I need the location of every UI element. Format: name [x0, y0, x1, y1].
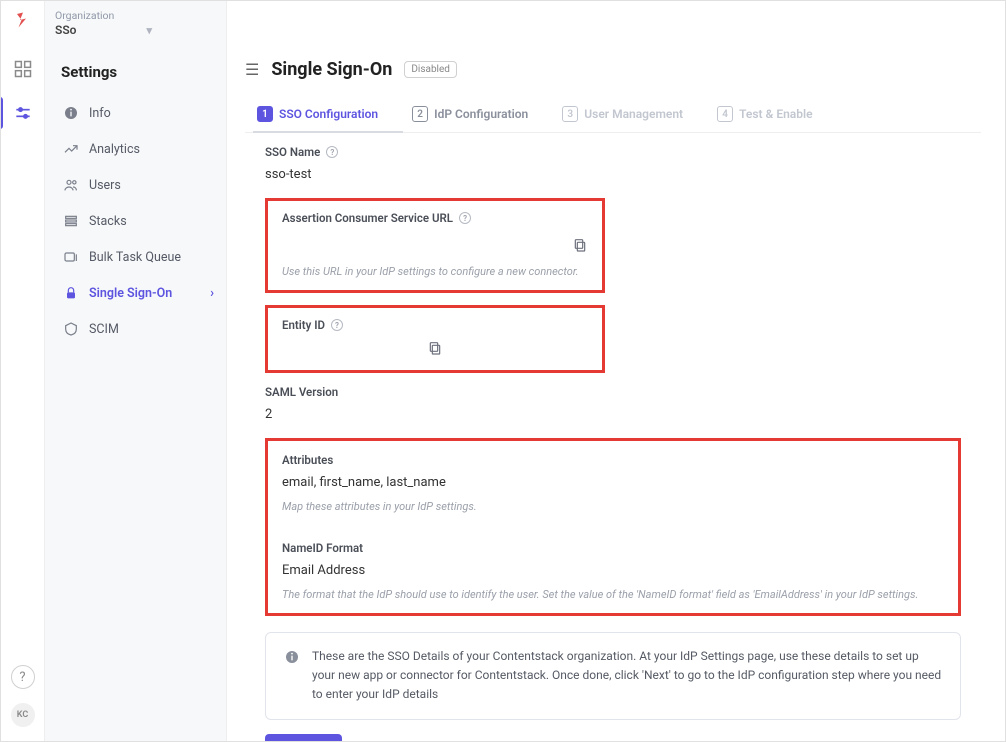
copy-icon[interactable] — [427, 340, 443, 356]
field-label-text: SSO Name — [265, 145, 320, 159]
copy-icon[interactable] — [572, 237, 588, 253]
chevron-right-icon: › — [210, 286, 214, 301]
scim-icon — [63, 321, 79, 337]
field-label-text: Entity ID — [282, 318, 325, 332]
field-hint: Use this URL in your IdP settings to con… — [282, 265, 588, 278]
help-tooltip-icon[interactable]: ? — [326, 146, 338, 158]
stacks-icon — [63, 213, 79, 229]
tab-label: User Management — [584, 107, 683, 121]
sidebar-item-bulk-task-queue[interactable]: Bulk Task Queue — [45, 239, 226, 275]
field-label-text: Attributes — [282, 453, 333, 467]
tab-idp-configuration[interactable]: 2 IdP Configuration — [412, 98, 528, 132]
tab-label: IdP Configuration — [434, 107, 528, 121]
apps-icon[interactable] — [13, 59, 33, 79]
sidebar-item-analytics[interactable]: Analytics — [45, 131, 226, 167]
org-selector[interactable]: Organization SSo ▾ — [47, 5, 217, 43]
sidebar-item-label: Analytics — [89, 142, 140, 157]
field-value: Email Address — [282, 563, 944, 578]
sidebar-item-label: Info — [89, 106, 111, 121]
field-label-text: Assertion Consumer Service URL — [282, 211, 453, 225]
status-badge: Disabled — [404, 61, 457, 78]
sidebar-title: Settings — [45, 63, 226, 95]
org-label: Organization — [55, 9, 209, 22]
org-name: SSo — [55, 23, 76, 37]
field-hint: The format that the IdP should use to id… — [282, 588, 944, 601]
sidebar-item-label: Single Sign-On — [89, 286, 172, 301]
queue-icon — [63, 249, 79, 265]
sidebar-item-label: SCIM — [89, 322, 119, 337]
sidebar-item-single-sign-on[interactable]: Single Sign-On › — [45, 275, 226, 311]
sidebar-item-label: Bulk Task Queue — [89, 250, 181, 265]
left-rail: ? KC — [1, 1, 45, 741]
highlight-attributes-nameid: Attributes email, first_name, last_name … — [265, 438, 961, 616]
sidebar-item-label: Users — [89, 178, 121, 193]
tab-user-management: 3 User Management — [562, 98, 683, 132]
field-saml-version: SAML Version 2 — [265, 385, 961, 422]
info-text: These are the SSO Details of your Conten… — [312, 647, 942, 705]
tab-label: Test & Enable — [739, 107, 812, 121]
app-frame: Organization SSo ▾ ? KC Settings Info An — [0, 0, 1006, 742]
tab-test-enable: 4 Test & Enable — [717, 98, 812, 132]
wizard-tabs: 1 SSO Configuration 2 IdP Configuration … — [245, 98, 981, 133]
info-box: These are the SSO Details of your Conten… — [265, 632, 961, 720]
field-value: 2 — [265, 407, 961, 422]
info-icon — [63, 105, 79, 121]
page-title: Single Sign-On — [271, 59, 392, 80]
brand-logo-icon[interactable] — [14, 11, 32, 29]
lock-icon — [63, 285, 79, 301]
tab-label: SSO Configuration — [279, 107, 378, 121]
sidebar-item-info[interactable]: Info — [45, 95, 226, 131]
menu-icon[interactable]: ☰ — [245, 60, 259, 79]
tab-number: 2 — [412, 106, 428, 122]
help-icon[interactable]: ? — [11, 665, 35, 689]
field-label-text: NameID Format — [282, 541, 363, 555]
sidebar-item-stacks[interactable]: Stacks — [45, 203, 226, 239]
chevron-down-icon: ▾ — [146, 24, 152, 37]
help-tooltip-icon[interactable]: ? — [459, 212, 471, 224]
sidebar-item-users[interactable]: Users — [45, 167, 226, 203]
tab-number: 3 — [562, 106, 578, 122]
page-header: ☰ Single Sign-On Disabled — [245, 59, 981, 80]
form-area: SSO Name ? sso-test Assertion Consumer S… — [245, 133, 981, 741]
highlight-entity-id: Entity ID ? — [265, 305, 605, 373]
main-content: ☰ Single Sign-On Disabled 1 SSO Configur… — [227, 39, 1005, 741]
user-avatar[interactable]: KC — [11, 703, 35, 727]
field-label-text: SAML Version — [265, 385, 338, 399]
tab-number: 1 — [257, 106, 273, 122]
tab-sso-configuration[interactable]: 1 SSO Configuration — [257, 98, 378, 132]
field-value: email, first_name, last_name — [282, 475, 944, 490]
next-button[interactable]: Next › — [265, 734, 342, 741]
field-sso-name: SSO Name ? sso-test — [265, 145, 961, 182]
sidebar-item-label: Stacks — [89, 214, 127, 229]
field-value: sso-test — [265, 167, 961, 182]
analytics-icon — [63, 141, 79, 157]
info-icon — [284, 649, 300, 665]
field-hint: Map these attributes in your IdP setting… — [282, 500, 944, 513]
users-icon — [63, 177, 79, 193]
help-tooltip-icon[interactable]: ? — [331, 319, 343, 331]
tab-number: 4 — [717, 106, 733, 122]
settings-sidebar: Settings Info Analytics Users Stacks Bul… — [45, 1, 227, 741]
highlight-acs-url: Assertion Consumer Service URL ? Use thi… — [265, 198, 605, 293]
settings-rail-icon[interactable] — [13, 103, 33, 123]
sidebar-item-scim[interactable]: SCIM — [45, 311, 226, 347]
